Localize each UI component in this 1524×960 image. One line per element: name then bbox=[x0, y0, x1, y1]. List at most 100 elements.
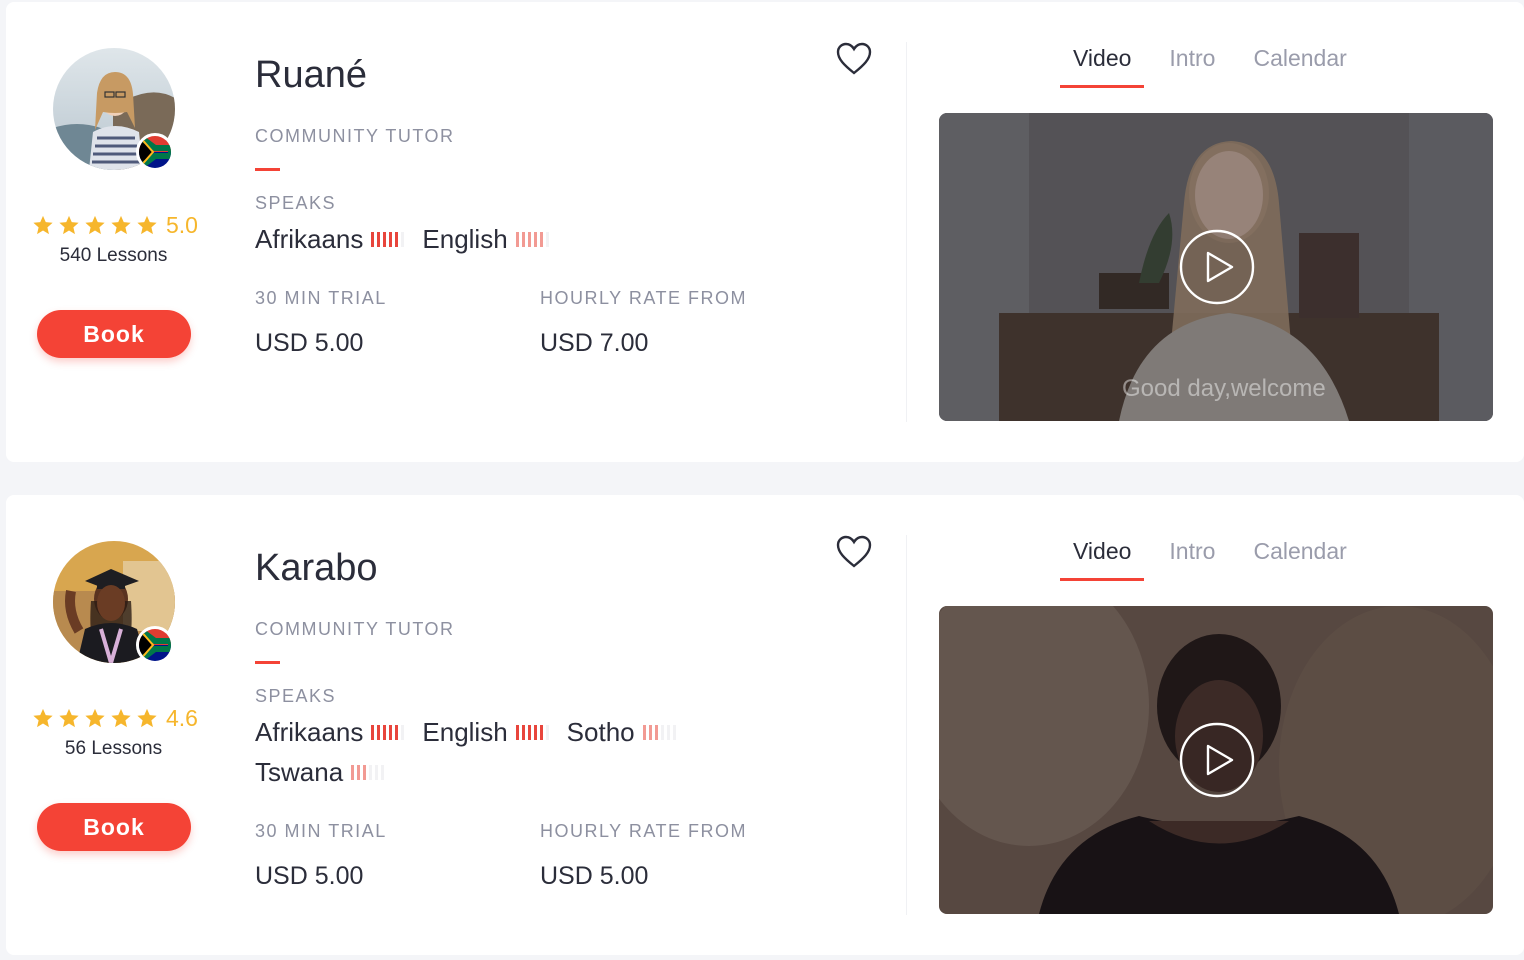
tab-intro[interactable]: Intro bbox=[1156, 42, 1228, 88]
rating: 5.0 bbox=[32, 210, 200, 240]
level-bar bbox=[539, 231, 543, 247]
star-icon bbox=[58, 707, 80, 729]
language-name: Sotho bbox=[566, 716, 635, 747]
level-bar bbox=[527, 724, 531, 740]
level-bar bbox=[545, 724, 549, 740]
level-bar bbox=[389, 724, 393, 740]
language-item: English bbox=[422, 716, 549, 747]
book-button[interactable]: Book bbox=[37, 803, 191, 851]
tab-calendar[interactable]: Calendar bbox=[1240, 42, 1359, 88]
play-icon[interactable] bbox=[1179, 722, 1255, 798]
star-icon bbox=[136, 707, 158, 729]
tutor-card: 5.0 540 Lessons Book Ruané COMMUNITY TUT… bbox=[6, 2, 1524, 462]
country-flag-icon bbox=[136, 133, 174, 171]
language-level-bars bbox=[371, 231, 405, 247]
level-bar bbox=[521, 231, 525, 247]
tutor-name[interactable]: Karabo bbox=[255, 547, 378, 590]
star-icon bbox=[110, 707, 132, 729]
level-bar bbox=[642, 724, 646, 740]
level-bar bbox=[383, 724, 387, 740]
language-item: English bbox=[422, 223, 549, 254]
level-bar bbox=[539, 724, 543, 740]
star-icon bbox=[136, 214, 158, 236]
book-button[interactable]: Book bbox=[37, 310, 191, 358]
level-bar bbox=[401, 231, 405, 247]
star-icon bbox=[58, 214, 80, 236]
language-item: Afrikaans bbox=[255, 223, 405, 254]
level-bar bbox=[371, 231, 375, 247]
level-bar bbox=[395, 724, 399, 740]
favorite-heart-icon[interactable] bbox=[836, 42, 872, 76]
level-bar bbox=[369, 764, 373, 780]
tab-calendar[interactable]: Calendar bbox=[1240, 535, 1359, 581]
role-underline bbox=[255, 168, 280, 171]
lessons-count: 56 Lessons bbox=[64, 738, 163, 759]
country-flag-icon bbox=[136, 626, 174, 664]
lessons-count: 540 Lessons bbox=[59, 245, 168, 266]
level-bar bbox=[363, 764, 367, 780]
level-bar bbox=[377, 724, 381, 740]
rate-label: HOURLY RATE FROM bbox=[540, 821, 748, 841]
language-item: Sotho bbox=[567, 717, 676, 747]
play-icon[interactable] bbox=[1179, 229, 1255, 305]
level-bar bbox=[389, 231, 393, 247]
level-bar bbox=[401, 724, 405, 740]
level-bar bbox=[351, 764, 355, 780]
language-level-bars bbox=[351, 764, 385, 780]
video-caption: Good day,welcome bbox=[1122, 375, 1326, 402]
vertical-divider bbox=[906, 535, 907, 915]
language-item: Tswana bbox=[255, 756, 385, 787]
star-icon bbox=[32, 214, 54, 236]
language-name: Tswana bbox=[255, 756, 344, 787]
vertical-divider bbox=[906, 42, 907, 422]
language-name: English bbox=[422, 716, 508, 747]
intro-video[interactable]: Good day,welcome bbox=[939, 113, 1493, 421]
language-level-bars bbox=[371, 724, 405, 740]
level-bar bbox=[527, 231, 531, 247]
language-level-bars bbox=[515, 231, 549, 247]
language-name: Afrikaans bbox=[255, 223, 364, 254]
tab-video[interactable]: Video bbox=[1060, 535, 1145, 581]
trial-price: USD 5.00 bbox=[255, 862, 364, 890]
level-bar bbox=[660, 724, 664, 740]
level-bar bbox=[375, 764, 379, 780]
level-bar bbox=[357, 764, 361, 780]
languages-list: Afrikaans English Sotho Tswana bbox=[255, 717, 755, 787]
language-name: English bbox=[422, 223, 508, 254]
favorite-heart-icon[interactable] bbox=[836, 535, 872, 569]
rating: 4.6 bbox=[32, 703, 200, 733]
language-name: Afrikaans bbox=[255, 716, 364, 747]
media-tabs: Video Intro Calendar bbox=[1060, 42, 1372, 90]
rate-price: USD 5.00 bbox=[540, 862, 649, 890]
tutor-role: COMMUNITY TUTOR bbox=[255, 619, 455, 639]
star-icon bbox=[84, 707, 106, 729]
tab-video[interactable]: Video bbox=[1060, 42, 1145, 88]
speaks-label: SPEAKS bbox=[255, 686, 337, 706]
speaks-label: SPEAKS bbox=[255, 193, 337, 213]
rate-label: HOURLY RATE FROM bbox=[540, 288, 748, 308]
language-level-bars bbox=[515, 724, 549, 740]
tutor-name[interactable]: Ruané bbox=[255, 54, 367, 97]
level-bar bbox=[672, 724, 676, 740]
tab-intro[interactable]: Intro bbox=[1156, 535, 1228, 581]
intro-video[interactable] bbox=[939, 606, 1493, 914]
star-icon bbox=[110, 214, 132, 236]
level-bar bbox=[648, 724, 652, 740]
language-item: Afrikaans bbox=[255, 716, 405, 747]
level-bar bbox=[515, 231, 519, 247]
star-icon bbox=[32, 707, 54, 729]
level-bar bbox=[383, 231, 387, 247]
level-bar bbox=[654, 724, 658, 740]
level-bar bbox=[521, 724, 525, 740]
media-tabs: Video Intro Calendar bbox=[1060, 535, 1372, 583]
level-bar bbox=[395, 231, 399, 247]
rating-value: 5.0 bbox=[166, 211, 198, 238]
level-bar bbox=[533, 231, 537, 247]
language-level-bars bbox=[642, 724, 676, 740]
level-bar bbox=[377, 231, 381, 247]
trial-label: 30 MIN TRIAL bbox=[255, 821, 387, 841]
trial-price: USD 5.00 bbox=[255, 329, 364, 357]
level-bar bbox=[515, 724, 519, 740]
languages-list: Afrikaans English bbox=[255, 224, 755, 254]
level-bar bbox=[371, 724, 375, 740]
